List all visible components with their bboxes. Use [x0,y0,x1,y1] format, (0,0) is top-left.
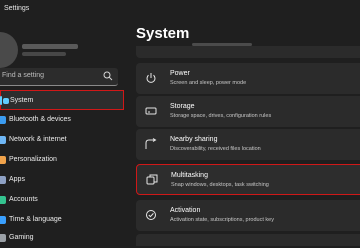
wifi-icon [0,136,6,144]
storage-icon [145,107,157,115]
title-bar: Settings [0,0,360,20]
sidebar-item-time-language[interactable]: Time & language [0,210,124,230]
card-title: Multitasking [171,172,208,179]
card-partial-bottom[interactable] [136,234,360,246]
globe-clock-icon [0,216,6,224]
sidebar-item-bluetooth[interactable]: Bluetooth & devices [0,110,124,130]
sidebar-item-label: System [10,97,34,104]
sidebar-item-label: Personalization [9,156,57,163]
card-title: Storage [170,103,195,110]
redacted-text [192,43,252,46]
account-name-redacted [22,44,78,49]
sidebar-item-gaming[interactable]: Gaming [0,228,124,248]
search-input[interactable]: Find a setting [2,72,44,79]
card-title: Nearby sharing [170,136,218,143]
monitor-icon [3,98,9,104]
sidebar-item-accounts[interactable]: Accounts [0,190,124,210]
app-title: Settings [4,5,30,12]
card-subtitle: Storage space, drives, configuration rul… [170,113,272,119]
card-power[interactable]: Power Screen and sleep, power mode [136,63,360,94]
account-email-redacted [22,52,66,56]
sidebar-item-label: Network & internet [9,136,67,143]
bluetooth-icon [0,116,6,124]
sidebar-item-label: Accounts [9,196,38,203]
sidebar-item-system[interactable]: System [0,90,124,110]
selected-indicator [0,96,2,105]
card-title: Power [170,70,190,77]
search-icon[interactable] [103,71,113,81]
search-box[interactable]: Find a setting [0,68,118,86]
person-icon [0,196,6,204]
card-subtitle: Screen and sleep, power mode [170,80,247,86]
card-title: Activation [170,207,201,214]
card-subtitle: Discoverability, received files location [170,146,261,152]
multitasking-icon [146,174,158,185]
sidebar: Find a setting System Bluetooth & device… [0,20,128,242]
share-icon [145,138,157,149]
sidebar-item-apps[interactable]: Apps [0,170,124,190]
card-nearby-sharing[interactable]: Nearby sharing Discoverability, received… [136,129,360,160]
sidebar-item-personalization[interactable]: Personalization [0,150,124,170]
main-content: System Power Screen and sleep, power mod… [128,20,360,246]
sidebar-item-network[interactable]: Network & internet [0,130,124,150]
apps-icon [0,176,6,184]
activation-icon [146,210,156,220]
card-activation[interactable]: Activation Activation state, subscriptio… [136,200,360,231]
card-partial-top[interactable] [136,43,360,58]
sidebar-item-label: Time & language [9,216,62,223]
power-icon [146,73,156,83]
card-multitasking[interactable]: Multitasking Snap windows, desktops, tas… [136,164,360,195]
sidebar-item-label: Apps [9,176,25,183]
card-storage[interactable]: Storage Storage space, drives, configura… [136,96,360,127]
page-title: System [136,25,190,42]
brush-icon [0,156,6,164]
card-subtitle: Snap windows, desktops, task switching [171,182,269,188]
avatar[interactable] [0,32,18,68]
sidebar-item-label: Bluetooth & devices [9,116,71,123]
card-subtitle: Activation state, subscriptions, product… [170,217,274,223]
gamepad-icon [0,234,6,242]
